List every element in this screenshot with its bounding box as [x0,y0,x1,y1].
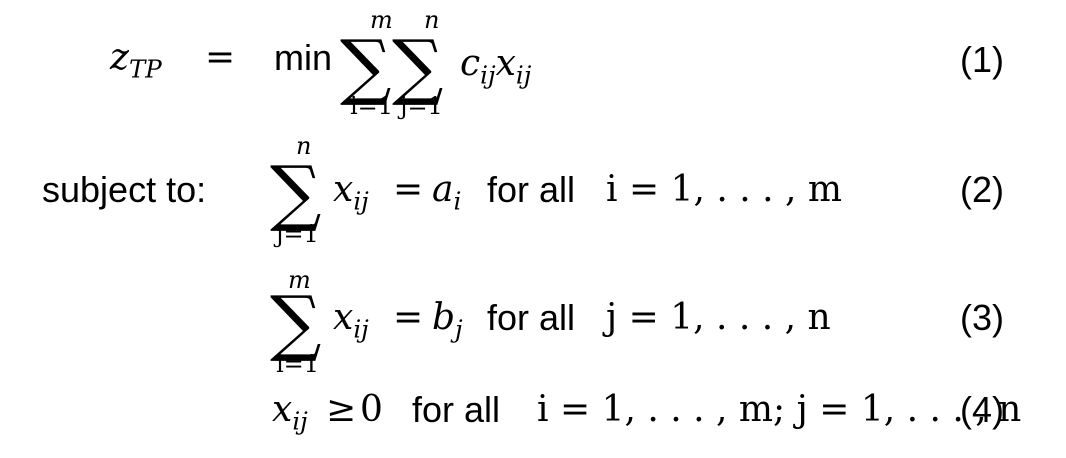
sum2-lower-limit: j=1 [400,92,443,120]
constraint-3-term: xij [333,297,369,344]
sum4-lower-limit: i=1 [276,350,320,378]
for-all-text-4: for all [412,389,501,430]
equation-number-3: (3) [960,297,1004,338]
nonneg-ineq: ≥ [326,389,357,430]
sum1-lower-limit: i=1 [350,92,394,120]
objective-term: cijxij [460,43,532,90]
sum3-lower-limit: j=1 [276,220,319,248]
formula-page: zTP = min m ∑ i=1 n ∑ j=1 cijxij (1) sub… [0,0,1066,458]
constraint-2-term: xij [333,169,369,216]
constraint-2-equals: = [393,169,424,210]
constraint-3-range: j = 1, . . . , n [606,297,831,338]
sum3-symbol: ∑ [270,150,322,234]
equation-number-2: (2) [960,169,1004,210]
constraint-3-rhs: bj [432,297,463,344]
nonneg-variable: xij [272,389,308,436]
subject-to-label: subject to: [42,169,207,210]
constraint-2-rhs: ai [432,169,462,216]
for-all-text-3: for all [487,297,576,338]
equation-number-1: (1) [960,39,1004,80]
constraint-2-range: i = 1, . . . , m [606,169,843,210]
constraint-3-equals: = [393,297,424,338]
objective-label: zTP [110,37,162,84]
min-operator: min [274,37,333,78]
for-all-text-2: for all [487,169,576,210]
equation-number-4: (4) [960,389,1004,430]
nonneg-zero: 0 [360,389,383,430]
sum4-symbol: ∑ [270,280,322,364]
nonneg-range: i = 1, . . . , m; j = 1, . . . , n [537,389,1022,430]
equals-sign: = [205,37,236,78]
